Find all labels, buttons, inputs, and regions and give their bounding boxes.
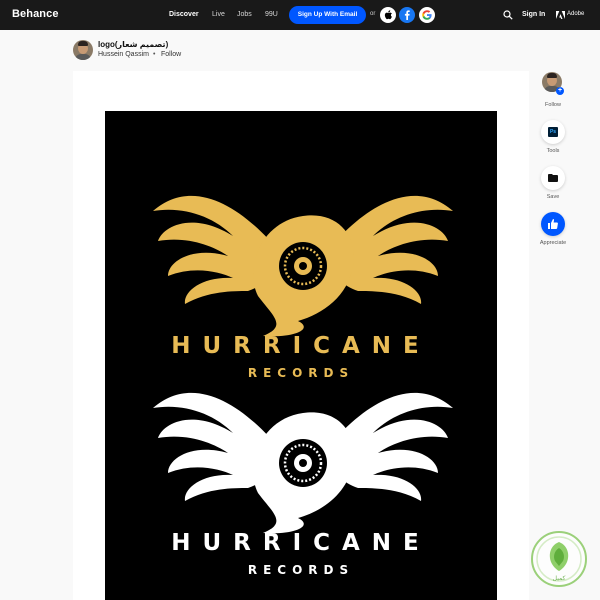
- logo-wordmark-white: HURRICANE: [171, 530, 431, 556]
- follow-link[interactable]: Follow: [161, 51, 181, 58]
- owner-name[interactable]: Hussein Qassim: [98, 51, 149, 58]
- project-title: logo(تصميم شعار): [98, 40, 169, 49]
- separator-dot: •: [153, 51, 156, 58]
- logo-wordmark-gold: HURRICANE: [171, 333, 431, 359]
- facebook-icon[interactable]: [399, 7, 415, 23]
- adobe-link[interactable]: Adobe: [567, 11, 584, 17]
- sidebar-follow-label[interactable]: Follow: [523, 102, 583, 108]
- tools-button[interactable]: Ps: [541, 120, 565, 144]
- behance-logo[interactable]: Behance: [12, 8, 59, 20]
- sidebar-appreciate-label: Appreciate: [539, 240, 567, 246]
- nav-99u[interactable]: 99U: [265, 11, 278, 18]
- sidebar-save-label: Save: [546, 194, 560, 200]
- sign-in-link[interactable]: Sign In: [522, 11, 545, 18]
- save-button[interactable]: [541, 166, 565, 190]
- follow-plus-icon[interactable]: +: [556, 87, 564, 95]
- owner-avatar[interactable]: [73, 40, 93, 60]
- folder-icon: [548, 174, 558, 182]
- or-text: or: [370, 11, 376, 17]
- nav-live[interactable]: Live: [212, 11, 225, 18]
- google-icon[interactable]: [419, 7, 435, 23]
- thumbs-up-icon: [548, 219, 558, 229]
- top-nav: Behance Discover Live Jobs 99U Sign Up W…: [0, 0, 600, 30]
- project-artwork: HURRICANE RECORDS HURRICANE RECORDS: [105, 111, 497, 600]
- nav-jobs[interactable]: Jobs: [237, 11, 252, 18]
- sidebar-tools-label: Tools: [546, 148, 560, 154]
- signup-email-button[interactable]: Sign Up With Email: [289, 6, 366, 24]
- watermark-text: كميل: [553, 575, 566, 582]
- adobe-icon: [556, 11, 565, 19]
- logo-subtitle-gold: RECORDS: [247, 366, 355, 380]
- photoshop-icon: Ps: [548, 127, 558, 137]
- watermark-logo: كميل: [531, 531, 587, 587]
- search-icon[interactable]: [503, 10, 513, 20]
- appreciate-button[interactable]: [541, 212, 565, 236]
- logo-subtitle-white: RECORDS: [247, 563, 355, 577]
- nav-discover[interactable]: Discover: [169, 11, 199, 18]
- apple-icon[interactable]: [380, 7, 396, 23]
